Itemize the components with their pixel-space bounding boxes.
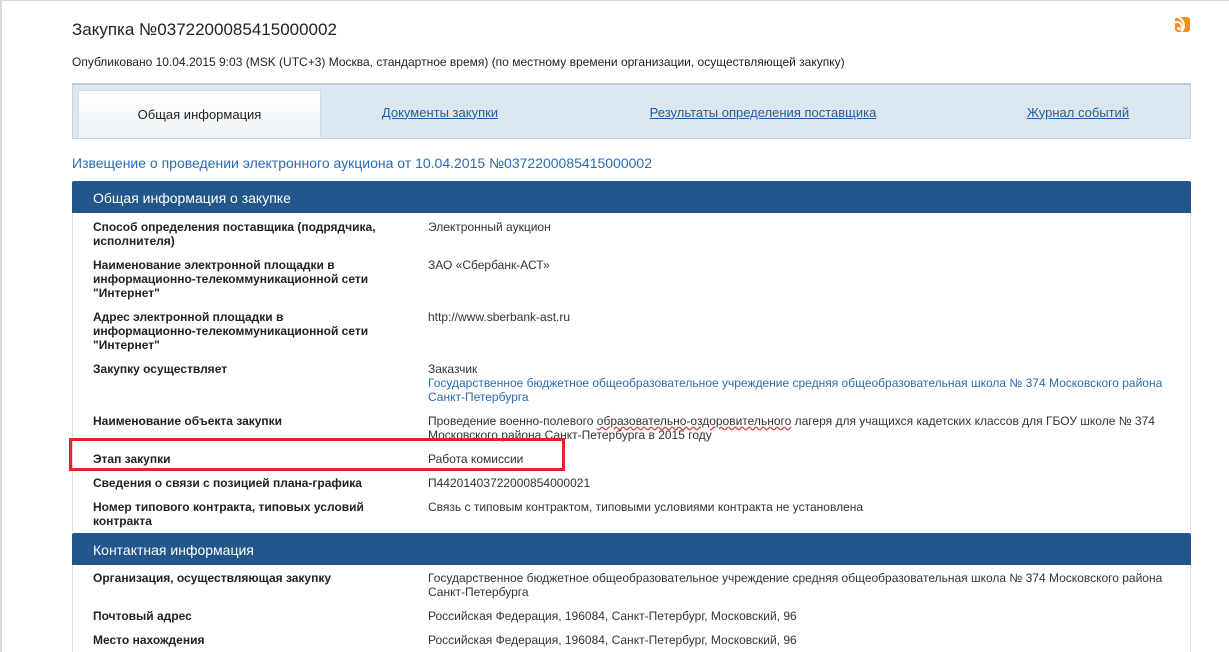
row-value: Заказчик Государственное бюджетное общео… (428, 362, 1188, 404)
row-value: Связь с типовым контрактом, типовыми усл… (428, 500, 864, 514)
section-panel-general: Способ определения поставщика (подрядчик… (72, 213, 1191, 531)
row-value: Российская Федерация, 196084, Санкт-Пете… (428, 609, 797, 623)
tab-supplier-results[interactable]: Результаты определения поставщика (603, 85, 923, 139)
row-label: Наименование электронной площадки в инфо… (93, 258, 369, 300)
object-text-start: Проведение военно-полевого (428, 414, 597, 428)
section-panel-contacts: Организация, осуществляющая закупку Госу… (72, 565, 1191, 652)
window-top-border (0, 0, 1229, 1)
row-value: Государственное бюджетное общеобразовате… (428, 571, 1163, 599)
tab-bar: Общая информация Документы закупки Резул… (72, 83, 1191, 139)
published-info: Опубликовано 10.04.2015 9:03 (MSK (UTC+3… (72, 55, 845, 69)
rss-icon[interactable] (1175, 17, 1190, 32)
section-header-contacts: Контактная информация (72, 533, 1191, 565)
row-label: Сведения о связи с позицией плана-график… (93, 476, 362, 490)
purchaser-role: Заказчик (428, 362, 478, 376)
section-header-general: Общая информация о закупке (72, 181, 1191, 213)
row-value: ЗАО «Сбербанк-АСТ» (428, 258, 550, 272)
row-label: Организация, осуществляющая закупку (93, 571, 332, 585)
notice-title: Извещение о проведении электронного аукц… (72, 155, 652, 171)
window-left-border (0, 0, 2, 652)
row-label: Место нахождения (93, 633, 205, 647)
row-value: Электронный аукцион (428, 220, 551, 234)
purchaser-link[interactable]: Государственное бюджетное общеобразовате… (428, 376, 1188, 404)
tab-event-log[interactable]: Журнал событий (1003, 85, 1153, 139)
row-label: Адрес электронной площадки в информацион… (93, 310, 369, 352)
object-text-marked: образовательно-оздоровительного (596, 414, 792, 428)
row-label: Способ определения поставщика (подрядчик… (93, 220, 376, 248)
row-label: Почтовый адрес (93, 609, 192, 623)
stage-highlight-box (69, 438, 565, 471)
rss-dot (1177, 27, 1180, 30)
row-label: Номер типового контракта, типовых услови… (93, 500, 364, 528)
page-title: Закупка №0372200085415000002 (72, 20, 337, 39)
tab-documents[interactable]: Документы закупки (325, 85, 555, 139)
row-value: Российская Федерация, 196084, Санкт-Пете… (428, 633, 797, 647)
row-label: Закупку осуществляет (93, 362, 228, 376)
tab-general-info[interactable]: Общая информация (78, 90, 321, 138)
plan-position-link[interactable]: П44201403722000854000021 (428, 476, 1188, 490)
row-label: Наименование объекта закупки (93, 414, 283, 428)
row-value: http://www.sberbank-ast.ru (428, 310, 571, 324)
